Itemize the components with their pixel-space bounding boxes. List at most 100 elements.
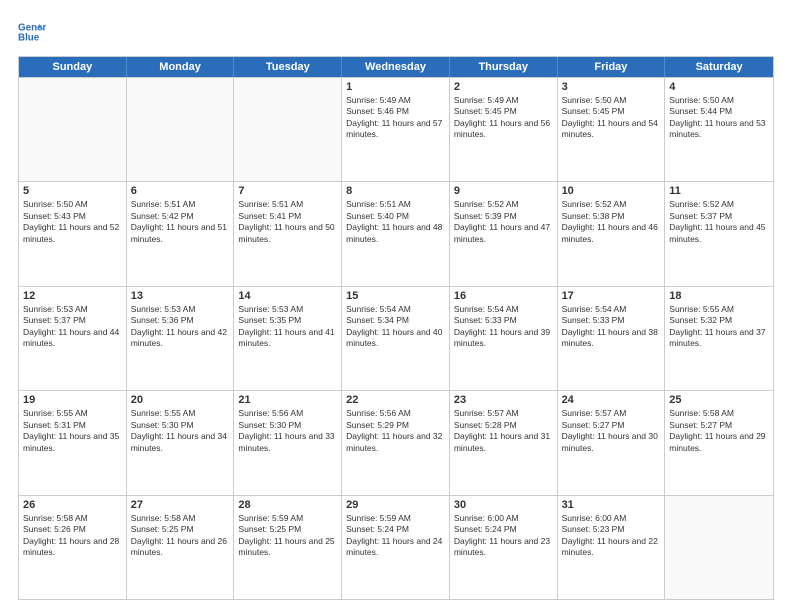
day-number: 15 [346, 290, 445, 302]
calendar-cell-2-5: 17 Sunrise: 5:54 AM Sunset: 5:33 PM Dayli… [558, 287, 666, 390]
calendar-row-4: 26 Sunrise: 5:58 AM Sunset: 5:26 PM Dayli… [19, 495, 773, 599]
day-number: 29 [346, 499, 445, 511]
calendar-cell-0-1 [127, 78, 235, 181]
calendar-cell-0-5: 3 Sunrise: 5:50 AM Sunset: 5:45 PM Daylig… [558, 78, 666, 181]
day-number: 21 [238, 394, 337, 406]
cell-info: Sunrise: 6:00 AM Sunset: 5:23 PM Dayligh… [562, 513, 661, 559]
calendar-cell-1-1: 6 Sunrise: 5:51 AM Sunset: 5:42 PM Daylig… [127, 182, 235, 285]
calendar-cell-4-2: 28 Sunrise: 5:59 AM Sunset: 5:25 PM Dayli… [234, 496, 342, 599]
calendar-cell-4-3: 29 Sunrise: 5:59 AM Sunset: 5:24 PM Dayli… [342, 496, 450, 599]
cell-info: Sunrise: 5:49 AM Sunset: 5:45 PM Dayligh… [454, 95, 553, 141]
day-number: 5 [23, 185, 122, 197]
day-number: 28 [238, 499, 337, 511]
cell-info: Sunrise: 6:00 AM Sunset: 5:24 PM Dayligh… [454, 513, 553, 559]
header-day-saturday: Saturday [665, 57, 773, 77]
cell-info: Sunrise: 5:58 AM Sunset: 5:27 PM Dayligh… [669, 408, 769, 454]
calendar-cell-2-1: 13Sunrise: 5:53 AM Sunset: 5:36 PM Dayli… [127, 287, 235, 390]
day-number: 1 [346, 81, 445, 93]
calendar-cell-3-5: 24Sunrise: 5:57 AM Sunset: 5:27 PM Dayli… [558, 391, 666, 494]
header-day-tuesday: Tuesday [234, 57, 342, 77]
cell-info: Sunrise: 5:55 AM Sunset: 5:31 PM Dayligh… [23, 408, 122, 454]
page: General Blue SundayMondayTuesdayWednesda… [0, 0, 792, 612]
calendar-row-1: 5Sunrise: 5:50 AM Sunset: 5:43 PM Daylig… [19, 181, 773, 285]
calendar-cell-0-3: 1 Sunrise: 5:49 AM Sunset: 5:46 PM Daylig… [342, 78, 450, 181]
day-number: 13 [131, 290, 230, 302]
cell-info: Sunrise: 5:58 AM Sunset: 5:26 PM Dayligh… [23, 513, 122, 559]
day-number: 27 [131, 499, 230, 511]
header-day-wednesday: Wednesday [342, 57, 450, 77]
calendar-cell-3-1: 20Sunrise: 5:55 AM Sunset: 5:30 PM Dayli… [127, 391, 235, 494]
calendar-cell-1-3: 8 Sunrise: 5:51 AM Sunset: 5:40 PM Daylig… [342, 182, 450, 285]
logo-icon: General Blue [18, 18, 46, 46]
day-number: 19 [23, 394, 122, 406]
calendar-body: 1 Sunrise: 5:49 AM Sunset: 5:46 PM Daylig… [19, 77, 773, 599]
day-number: 25 [669, 394, 769, 406]
header-day-monday: Monday [127, 57, 235, 77]
day-number: 2 [454, 81, 553, 93]
cell-info: Sunrise: 5:58 AM Sunset: 5:25 PM Dayligh… [131, 513, 230, 559]
cell-info: Sunrise: 5:51 AM Sunset: 5:40 PM Dayligh… [346, 199, 445, 245]
calendar-cell-2-2: 14 Sunrise: 5:53 AM Sunset: 5:35 PM Dayli… [234, 287, 342, 390]
cell-info: Sunrise: 5:55 AM Sunset: 5:32 PM Dayligh… [669, 304, 769, 350]
cell-info: Sunrise: 5:52 AM Sunset: 5:39 PM Dayligh… [454, 199, 553, 245]
calendar-cell-2-3: 15Sunrise: 5:54 AM Sunset: 5:34 PM Dayli… [342, 287, 450, 390]
calendar-cell-2-4: 16 Sunrise: 5:54 AM Sunset: 5:33 PM Dayli… [450, 287, 558, 390]
cell-info: Sunrise: 5:54 AM Sunset: 5:33 PM Dayligh… [562, 304, 661, 350]
calendar-cell-0-6: 4 Sunrise: 5:50 AM Sunset: 5:44 PM Daylig… [665, 78, 773, 181]
day-number: 24 [562, 394, 661, 406]
cell-info: Sunrise: 5:52 AM Sunset: 5:38 PM Dayligh… [562, 199, 661, 245]
day-number: 11 [669, 185, 769, 197]
day-number: 23 [454, 394, 553, 406]
calendar-cell-0-2 [234, 78, 342, 181]
cell-info: Sunrise: 5:55 AM Sunset: 5:30 PM Dayligh… [131, 408, 230, 454]
calendar-header: SundayMondayTuesdayWednesdayThursdayFrid… [19, 57, 773, 77]
cell-info: Sunrise: 5:54 AM Sunset: 5:33 PM Dayligh… [454, 304, 553, 350]
calendar-cell-0-0 [19, 78, 127, 181]
calendar-cell-1-6: 11Sunrise: 5:52 AM Sunset: 5:37 PM Dayli… [665, 182, 773, 285]
calendar-cell-4-0: 26 Sunrise: 5:58 AM Sunset: 5:26 PM Dayli… [19, 496, 127, 599]
day-number: 3 [562, 81, 661, 93]
calendar-cell-3-6: 25 Sunrise: 5:58 AM Sunset: 5:27 PM Dayli… [665, 391, 773, 494]
day-number: 8 [346, 185, 445, 197]
calendar-cell-1-0: 5Sunrise: 5:50 AM Sunset: 5:43 PM Daylig… [19, 182, 127, 285]
day-number: 6 [131, 185, 230, 197]
cell-info: Sunrise: 5:57 AM Sunset: 5:28 PM Dayligh… [454, 408, 553, 454]
calendar: SundayMondayTuesdayWednesdayThursdayFrid… [18, 56, 774, 600]
header: General Blue [18, 18, 774, 46]
cell-info: Sunrise: 5:50 AM Sunset: 5:45 PM Dayligh… [562, 95, 661, 141]
calendar-cell-2-0: 12Sunrise: 5:53 AM Sunset: 5:37 PM Dayli… [19, 287, 127, 390]
header-day-friday: Friday [558, 57, 666, 77]
day-number: 4 [669, 81, 769, 93]
day-number: 31 [562, 499, 661, 511]
cell-info: Sunrise: 5:53 AM Sunset: 5:35 PM Dayligh… [238, 304, 337, 350]
day-number: 7 [238, 185, 337, 197]
cell-info: Sunrise: 5:49 AM Sunset: 5:46 PM Dayligh… [346, 95, 445, 141]
cell-info: Sunrise: 5:56 AM Sunset: 5:29 PM Dayligh… [346, 408, 445, 454]
svg-text:Blue: Blue [18, 32, 40, 43]
calendar-cell-0-4: 2 Sunrise: 5:49 AM Sunset: 5:45 PM Daylig… [450, 78, 558, 181]
calendar-cell-1-5: 10Sunrise: 5:52 AM Sunset: 5:38 PM Dayli… [558, 182, 666, 285]
day-number: 14 [238, 290, 337, 302]
day-number: 30 [454, 499, 553, 511]
day-number: 17 [562, 290, 661, 302]
day-number: 16 [454, 290, 553, 302]
cell-info: Sunrise: 5:59 AM Sunset: 5:24 PM Dayligh… [346, 513, 445, 559]
calendar-cell-3-0: 19 Sunrise: 5:55 AM Sunset: 5:31 PM Dayli… [19, 391, 127, 494]
calendar-cell-4-4: 30 Sunrise: 6:00 AM Sunset: 5:24 PM Dayli… [450, 496, 558, 599]
calendar-cell-3-3: 22Sunrise: 5:56 AM Sunset: 5:29 PM Dayli… [342, 391, 450, 494]
calendar-row-0: 1 Sunrise: 5:49 AM Sunset: 5:46 PM Daylig… [19, 77, 773, 181]
cell-info: Sunrise: 5:56 AM Sunset: 5:30 PM Dayligh… [238, 408, 337, 454]
calendar-cell-4-1: 27 Sunrise: 5:58 AM Sunset: 5:25 PM Dayli… [127, 496, 235, 599]
header-day-sunday: Sunday [19, 57, 127, 77]
calendar-cell-3-4: 23 Sunrise: 5:57 AM Sunset: 5:28 PM Dayli… [450, 391, 558, 494]
calendar-cell-1-4: 9Sunrise: 5:52 AM Sunset: 5:39 PM Daylig… [450, 182, 558, 285]
cell-info: Sunrise: 5:53 AM Sunset: 5:37 PM Dayligh… [23, 304, 122, 350]
cell-info: Sunrise: 5:50 AM Sunset: 5:44 PM Dayligh… [669, 95, 769, 141]
cell-info: Sunrise: 5:59 AM Sunset: 5:25 PM Dayligh… [238, 513, 337, 559]
day-number: 26 [23, 499, 122, 511]
cell-info: Sunrise: 5:51 AM Sunset: 5:42 PM Dayligh… [131, 199, 230, 245]
calendar-row-3: 19 Sunrise: 5:55 AM Sunset: 5:31 PM Dayli… [19, 390, 773, 494]
day-number: 18 [669, 290, 769, 302]
calendar-cell-1-2: 7Sunrise: 5:51 AM Sunset: 5:41 PM Daylig… [234, 182, 342, 285]
calendar-cell-3-2: 21 Sunrise: 5:56 AM Sunset: 5:30 PM Dayli… [234, 391, 342, 494]
